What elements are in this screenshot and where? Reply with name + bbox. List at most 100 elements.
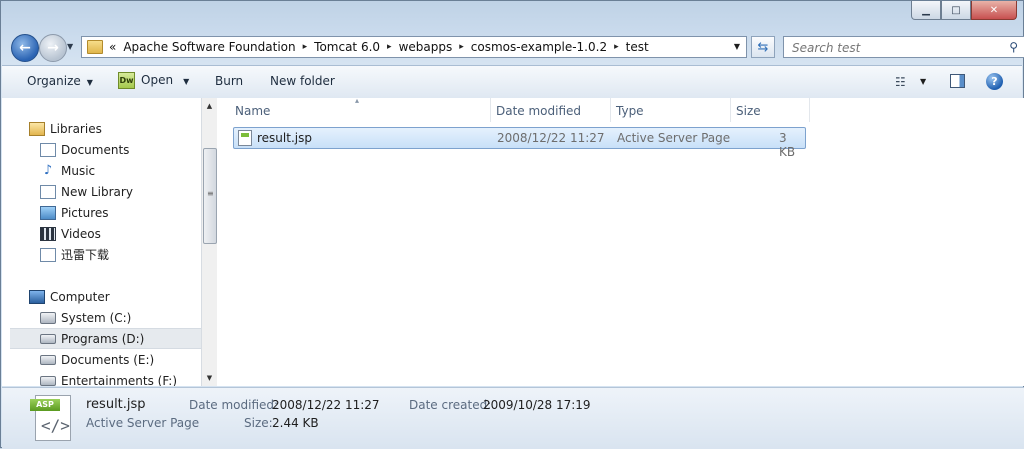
computer-icon xyxy=(29,289,45,304)
nav-label: Programs (D:) xyxy=(61,331,145,346)
details-size-label: Size: xyxy=(244,416,273,430)
drive-icon xyxy=(40,375,56,386)
details-size: 2.44 KB xyxy=(272,416,319,430)
column-header-name[interactable]: Name xyxy=(235,98,270,123)
column-divider[interactable] xyxy=(809,98,810,122)
details-date-modified: 2008/12/22 11:27 xyxy=(272,398,380,412)
file-row[interactable]: result.jsp 2008/12/22 11:27 Active Serve… xyxy=(233,127,806,159)
search-box[interactable]: ⚲ xyxy=(783,36,1024,58)
nav-documents-e[interactable]: Documents (E:) xyxy=(2,349,201,370)
column-divider[interactable] xyxy=(610,98,611,122)
chevron-down-icon: ▼ xyxy=(86,78,93,87)
breadcrumb-test[interactable]: test xyxy=(626,40,649,54)
search-icon[interactable]: ⚲ xyxy=(1009,40,1018,54)
column-header-date-modified[interactable]: Date modified xyxy=(496,98,581,123)
chevron-right-icon[interactable]: ▸ xyxy=(387,42,392,52)
nav-label: Computer xyxy=(50,289,110,304)
scrollbar-thumb[interactable]: ≡ xyxy=(203,148,217,244)
nav-computer[interactable]: Computer xyxy=(2,286,201,307)
nav-label: Libraries xyxy=(50,121,102,136)
nav-label: Pictures xyxy=(61,205,109,220)
system-drive-icon xyxy=(40,311,56,324)
sort-ascending-icon: ▴ xyxy=(355,96,360,105)
chevron-right-icon[interactable]: ▸ xyxy=(614,42,619,52)
open-button[interactable]: Dw Open ▼ xyxy=(118,72,189,89)
recent-pages-dropdown[interactable]: ▼ xyxy=(67,42,73,51)
nav-xunlei-downloads[interactable]: 迅雷下载 xyxy=(2,244,201,265)
file-date-modified: 2008/12/22 11:27 xyxy=(497,131,605,145)
chevron-down-icon[interactable]: ▼ xyxy=(734,42,740,51)
file-list: ▴ Name Date modified Type Size result.js… xyxy=(217,96,1024,386)
command-bar: Organize ▼ Dw Open ▼ Burn New folder ☷ ▼ ? xyxy=(2,65,1022,99)
burn-button[interactable]: Burn xyxy=(215,74,243,88)
maximize-button[interactable]: □ xyxy=(941,1,971,20)
details-date-modified-label: Date modified: xyxy=(189,398,279,412)
nav-system-c[interactable]: System (C:) xyxy=(2,307,201,328)
breadcrumb-overflow[interactable]: « xyxy=(109,40,116,54)
library-icon xyxy=(40,247,56,262)
pictures-icon xyxy=(40,205,56,220)
refresh-button[interactable]: ⇆ xyxy=(751,36,775,58)
chevron-right-icon[interactable]: ▸ xyxy=(303,42,308,52)
breadcrumb-apache[interactable]: Apache Software Foundation xyxy=(123,40,295,54)
file-size: 3 KB xyxy=(779,131,796,159)
videos-icon xyxy=(40,226,56,241)
folder-icon xyxy=(87,40,103,54)
column-divider[interactable] xyxy=(730,98,731,122)
nav-programs-d[interactable]: Programs (D:) xyxy=(10,328,201,349)
nav-pictures[interactable]: Pictures xyxy=(2,202,201,223)
asp-tag: ASP xyxy=(30,399,60,411)
details-date-created-label: Date created: xyxy=(409,398,492,412)
nav-documents[interactable]: Documents xyxy=(2,139,201,160)
nav-new-library[interactable]: New Library xyxy=(2,181,201,202)
nav-label: Documents xyxy=(61,142,130,157)
back-button[interactable]: ← xyxy=(11,34,39,62)
nav-label: Videos xyxy=(61,226,101,241)
organize-button[interactable]: Organize ▼ xyxy=(27,74,93,88)
breadcrumb-cosmos[interactable]: cosmos-example-1.0.2 xyxy=(471,40,607,54)
address-row: ← → ▼ « Apache Software Foundation ▸ Tom… xyxy=(9,33,1024,62)
details-pane: ASP </> result.jsp Active Server Page Da… xyxy=(2,387,1024,449)
file-name: result.jsp xyxy=(257,131,312,145)
dreamweaver-icon: Dw xyxy=(118,72,135,89)
preview-pane-icon[interactable] xyxy=(950,74,965,88)
chevron-down-icon[interactable]: ▼ xyxy=(183,77,189,86)
nav-label: Music xyxy=(61,163,96,178)
details-date-created: 2009/10/28 17:19 xyxy=(483,398,591,412)
nav-label: Entertainments (F:) xyxy=(61,373,178,387)
chevron-down-icon: ▼ xyxy=(67,42,74,51)
search-input[interactable] xyxy=(790,38,994,58)
view-options-icon[interactable]: ☷ xyxy=(895,75,906,89)
nav-videos[interactable]: Videos xyxy=(2,223,201,244)
caption-buttons: ▁ □ ✕ xyxy=(911,1,1017,20)
breadcrumb-tomcat[interactable]: Tomcat 6.0 xyxy=(314,40,380,54)
new-folder-button[interactable]: New folder xyxy=(270,74,335,88)
arrow-left-icon: ← xyxy=(19,40,31,56)
close-button[interactable]: ✕ xyxy=(971,1,1017,20)
details-file-name: result.jsp xyxy=(86,397,146,412)
address-bar[interactable]: « Apache Software Foundation ▸ Tomcat 6.… xyxy=(81,36,747,58)
drive-icon xyxy=(40,354,56,365)
nav-libraries[interactable]: Libraries xyxy=(2,118,201,139)
chevron-down-icon[interactable]: ▼ xyxy=(920,77,926,86)
minimize-button[interactable]: ▁ xyxy=(911,1,941,20)
nav-scrollbar[interactable]: ▲ ≡ ▼ xyxy=(201,98,217,386)
scroll-up-icon[interactable]: ▲ xyxy=(202,98,217,114)
column-divider[interactable] xyxy=(490,98,491,122)
help-icon[interactable]: ? xyxy=(986,73,1003,90)
column-header-size[interactable]: Size xyxy=(736,98,761,123)
libraries-icon xyxy=(29,121,45,136)
nav-entertainments-f[interactable]: Entertainments (F:) xyxy=(2,370,201,386)
forward-button[interactable]: → xyxy=(39,34,67,62)
breadcrumb-webapps[interactable]: webapps xyxy=(399,40,453,54)
open-label: Open xyxy=(141,73,174,87)
arrow-right-icon: → xyxy=(47,40,59,56)
file-type: Active Server Page xyxy=(617,131,731,145)
jsp-file-icon xyxy=(238,130,252,146)
nav-music[interactable]: ♪ Music xyxy=(2,160,201,181)
details-file-type: Active Server Page xyxy=(86,416,200,430)
column-header-type[interactable]: Type xyxy=(616,98,644,123)
scroll-down-icon[interactable]: ▼ xyxy=(202,370,217,386)
explorer-window: ▁ □ ✕ ← → ▼ « Apache Software Foundation… xyxy=(0,0,1024,449)
chevron-right-icon[interactable]: ▸ xyxy=(459,42,464,52)
